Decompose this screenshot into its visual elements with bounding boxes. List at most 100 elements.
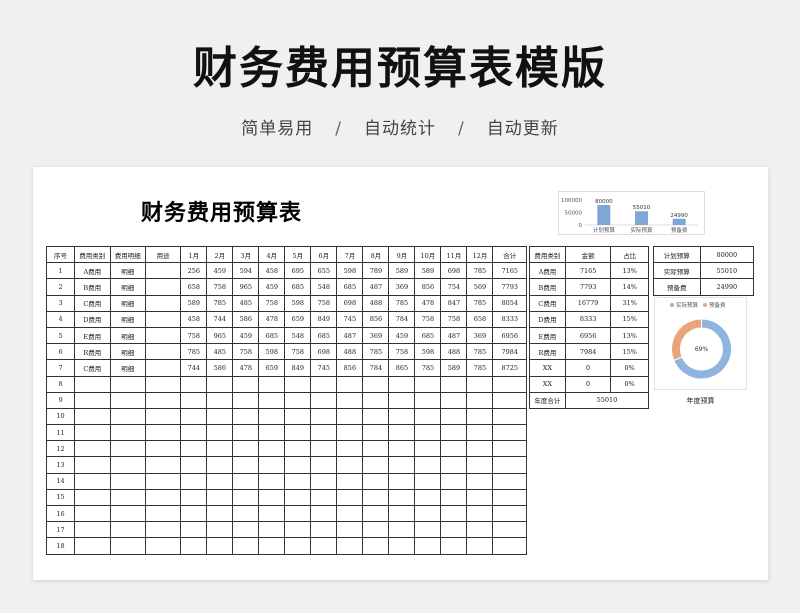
table-cell: 478	[232, 359, 260, 377]
table-cell: C费用	[74, 359, 111, 377]
table-cell	[362, 424, 390, 442]
table-cell	[258, 537, 286, 555]
table-cell	[284, 504, 312, 523]
table-cell: 785	[466, 359, 494, 377]
table-cell: 698	[440, 262, 468, 280]
summary-row: E费用 6956 13%	[529, 326, 649, 345]
table-cell	[206, 504, 234, 523]
table-cell	[74, 391, 111, 409]
table-cell	[74, 407, 111, 426]
table-cell: 758	[206, 278, 234, 296]
table-row: 3 C费用 明细 589 785 485 758 598 758 698 488 785 478 847 7…	[45, 294, 527, 312]
table-cell	[336, 424, 364, 442]
table-cell	[466, 504, 494, 523]
table-cell: 598	[258, 343, 286, 361]
table-cell	[144, 407, 182, 426]
table-cell	[74, 537, 111, 555]
table-cell	[310, 391, 338, 409]
table-cell	[144, 424, 182, 442]
table-cell	[206, 407, 234, 426]
table-cell: 8725	[492, 359, 527, 377]
table-cell	[144, 504, 182, 523]
table-cell	[232, 537, 260, 555]
table-cell: 459	[258, 278, 286, 296]
table-cell	[232, 472, 260, 490]
table-cell: 758	[232, 343, 260, 361]
summary-header: 占比	[610, 245, 649, 264]
summary-cell: 13%	[610, 326, 649, 345]
sheet-title: 财务费用预算表	[141, 200, 303, 226]
column-header: 序号	[45, 245, 76, 264]
table-cell	[206, 456, 234, 474]
column-header: 2月	[206, 245, 234, 264]
table-cell: 758	[440, 310, 468, 328]
table-row: 10	[45, 407, 527, 426]
table-cell	[336, 407, 364, 426]
table-cell: R费用	[74, 343, 111, 361]
table-cell: 695	[284, 262, 312, 280]
table-cell	[206, 440, 234, 458]
table-cell	[466, 407, 494, 426]
table-cell	[466, 391, 494, 409]
table-cell	[109, 407, 146, 426]
budget-cell: 24990	[699, 278, 755, 296]
table-cell	[109, 375, 146, 393]
table-cell: 856	[362, 310, 390, 328]
table-cell	[258, 391, 286, 409]
column-header: 12月	[466, 245, 494, 264]
table-cell	[466, 521, 494, 539]
table-cell: 856	[414, 278, 442, 296]
table-cell: 3	[45, 294, 76, 312]
table-cell	[310, 488, 338, 507]
table-cell: 758	[414, 310, 442, 328]
table-cell: 明细	[109, 278, 146, 296]
table-cell	[362, 488, 390, 507]
table-cell: 589	[180, 294, 208, 312]
legend-label: 实际预算	[676, 301, 699, 309]
tag-separator: /	[335, 119, 342, 139]
table-cell: 7984	[492, 343, 527, 361]
table-cell	[336, 488, 364, 507]
table-cell	[206, 488, 234, 507]
bar	[672, 218, 686, 225]
table-cell	[414, 440, 442, 458]
table-cell: 478	[414, 294, 442, 312]
table-cell	[440, 537, 468, 555]
table-cell: 785	[414, 359, 442, 377]
table-cell	[310, 424, 338, 442]
table-cell: 785	[466, 262, 494, 280]
table-cell	[414, 407, 442, 426]
table-cell	[466, 472, 494, 490]
table-cell	[144, 488, 182, 507]
table-cell	[109, 488, 146, 507]
table-cell	[258, 407, 286, 426]
column-header: 费用明细	[109, 245, 146, 264]
table-cell	[232, 488, 260, 507]
table-row: 16	[45, 504, 527, 523]
table-cell	[74, 440, 111, 458]
summary-cell: 15%	[610, 343, 649, 361]
table-cell	[466, 488, 494, 507]
summary-cell: 31%	[610, 294, 649, 312]
table-cell	[336, 440, 364, 458]
table-cell	[440, 488, 468, 507]
table-cell	[109, 440, 146, 458]
table-cell: 758	[258, 294, 286, 312]
table-cell	[388, 407, 416, 426]
column-header: 11月	[440, 245, 468, 264]
table-cell	[144, 456, 182, 474]
table-cell: 758	[180, 326, 208, 345]
table-cell	[362, 407, 390, 426]
table-cell: 4	[45, 310, 76, 328]
summary-row: C费用 16779 31%	[529, 294, 649, 312]
table-row: 11	[45, 424, 527, 442]
table-cell: 369	[388, 278, 416, 296]
summary-cell: R费用	[529, 343, 566, 361]
summary-table: 费用类别 金额 占比 A费用 7165 13% B费用 7793 14% C费用 16779 31%…	[529, 245, 650, 409]
table-cell: 758	[310, 294, 338, 312]
table-cell	[144, 375, 182, 393]
table-cell: 488	[336, 343, 364, 361]
table-cell: 659	[284, 310, 312, 328]
table-cell: 8054	[492, 294, 527, 312]
table-cell	[180, 440, 208, 458]
